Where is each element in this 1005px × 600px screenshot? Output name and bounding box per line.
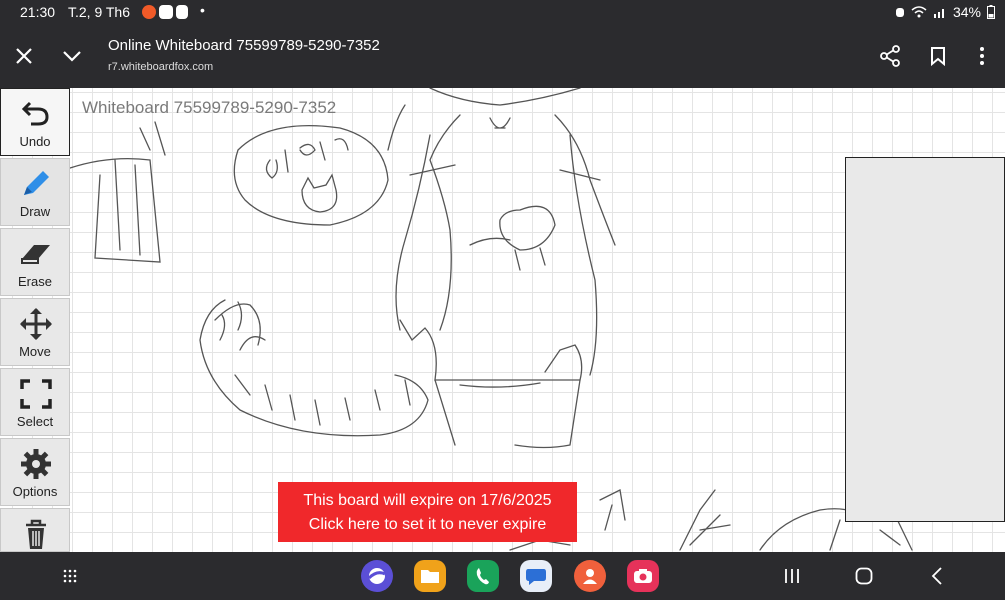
close-icon[interactable] — [6, 38, 42, 74]
options-button[interactable]: Options — [0, 438, 70, 506]
battery-level: 34% — [952, 4, 981, 20]
alarm-icon — [895, 8, 904, 17]
move-icon — [20, 308, 52, 340]
page-url: r7.whiteboardfox.com — [108, 61, 214, 73]
expire-banner[interactable]: This board will expire on 17/6/2025 Clic… — [278, 482, 577, 542]
camera-app-icon[interactable] — [627, 560, 659, 592]
gear-icon — [21, 449, 51, 479]
move-label: Move — [19, 344, 51, 359]
draw-label: Draw — [19, 204, 51, 219]
screen: 21:30 T.2, 9 Th6 • 34% Online Whiteboard… — [0, 0, 1005, 600]
browser-toolbar: Online Whiteboard 75599789-5290-7352 r7.… — [0, 24, 1005, 88]
expire-banner-line1: This board will expire on 17/6/2025 — [303, 492, 552, 509]
erase-label: Erase — [18, 274, 52, 289]
undo-icon — [21, 101, 49, 126]
draw-button[interactable]: Draw — [0, 158, 70, 226]
back-icon[interactable] — [925, 564, 949, 588]
tool-palette: Undo Draw Erase Move Select Options — [0, 88, 70, 552]
board-title: Whiteboard 75599789-5290-7352 — [82, 98, 337, 117]
status-date: T.2, 9 Th6 — [68, 4, 131, 20]
undo-button[interactable]: Undo — [0, 88, 70, 156]
phone-app-icon[interactable] — [467, 560, 499, 592]
move-button[interactable]: Move — [0, 298, 70, 366]
youtube-icon — [159, 5, 173, 19]
wifi-icon — [911, 6, 927, 18]
page-title: Online Whiteboard 75599789-5290-7352 — [108, 37, 380, 54]
files-app-icon[interactable] — [414, 560, 446, 592]
app-drawer-icon[interactable] — [58, 564, 82, 588]
chevron-down-icon[interactable] — [54, 38, 90, 74]
share-icon[interactable] — [872, 38, 908, 74]
home-icon[interactable] — [852, 564, 876, 588]
notification-app-icon — [142, 5, 156, 19]
signal-icon — [933, 9, 944, 18]
select-label: Select — [16, 414, 54, 429]
undo-label: Undo — [19, 134, 51, 149]
status-bar: 21:30 T.2, 9 Th6 • 34% — [0, 0, 1005, 24]
erase-button[interactable]: Erase — [0, 228, 70, 296]
options-label: Options — [12, 484, 58, 499]
navigation-bar — [0, 552, 1005, 600]
recent-apps-icon[interactable] — [780, 564, 804, 588]
status-more-dot: • — [200, 2, 205, 18]
bookmark-icon[interactable] — [920, 38, 956, 74]
select-icon — [20, 379, 52, 409]
status-time: 21:30 — [20, 4, 56, 20]
delete-button[interactable] — [0, 508, 70, 552]
select-button[interactable]: Select — [0, 368, 70, 436]
messages-app-icon[interactable] — [520, 560, 552, 592]
eraser-icon — [21, 245, 50, 264]
expire-banner-line2: Click here to set it to never expire — [308, 516, 547, 533]
more-options-icon[interactable] — [964, 38, 1000, 74]
notification-icons — [142, 5, 188, 19]
pencil-icon — [24, 171, 49, 195]
status-right: 34% — [895, 4, 995, 20]
side-panel[interactable] — [845, 157, 1005, 522]
browser-app-icon[interactable] — [361, 560, 393, 592]
battery-icon — [987, 5, 995, 19]
contacts-app-icon[interactable] — [574, 560, 606, 592]
facebook-icon — [176, 5, 188, 19]
trash-icon — [26, 519, 46, 549]
